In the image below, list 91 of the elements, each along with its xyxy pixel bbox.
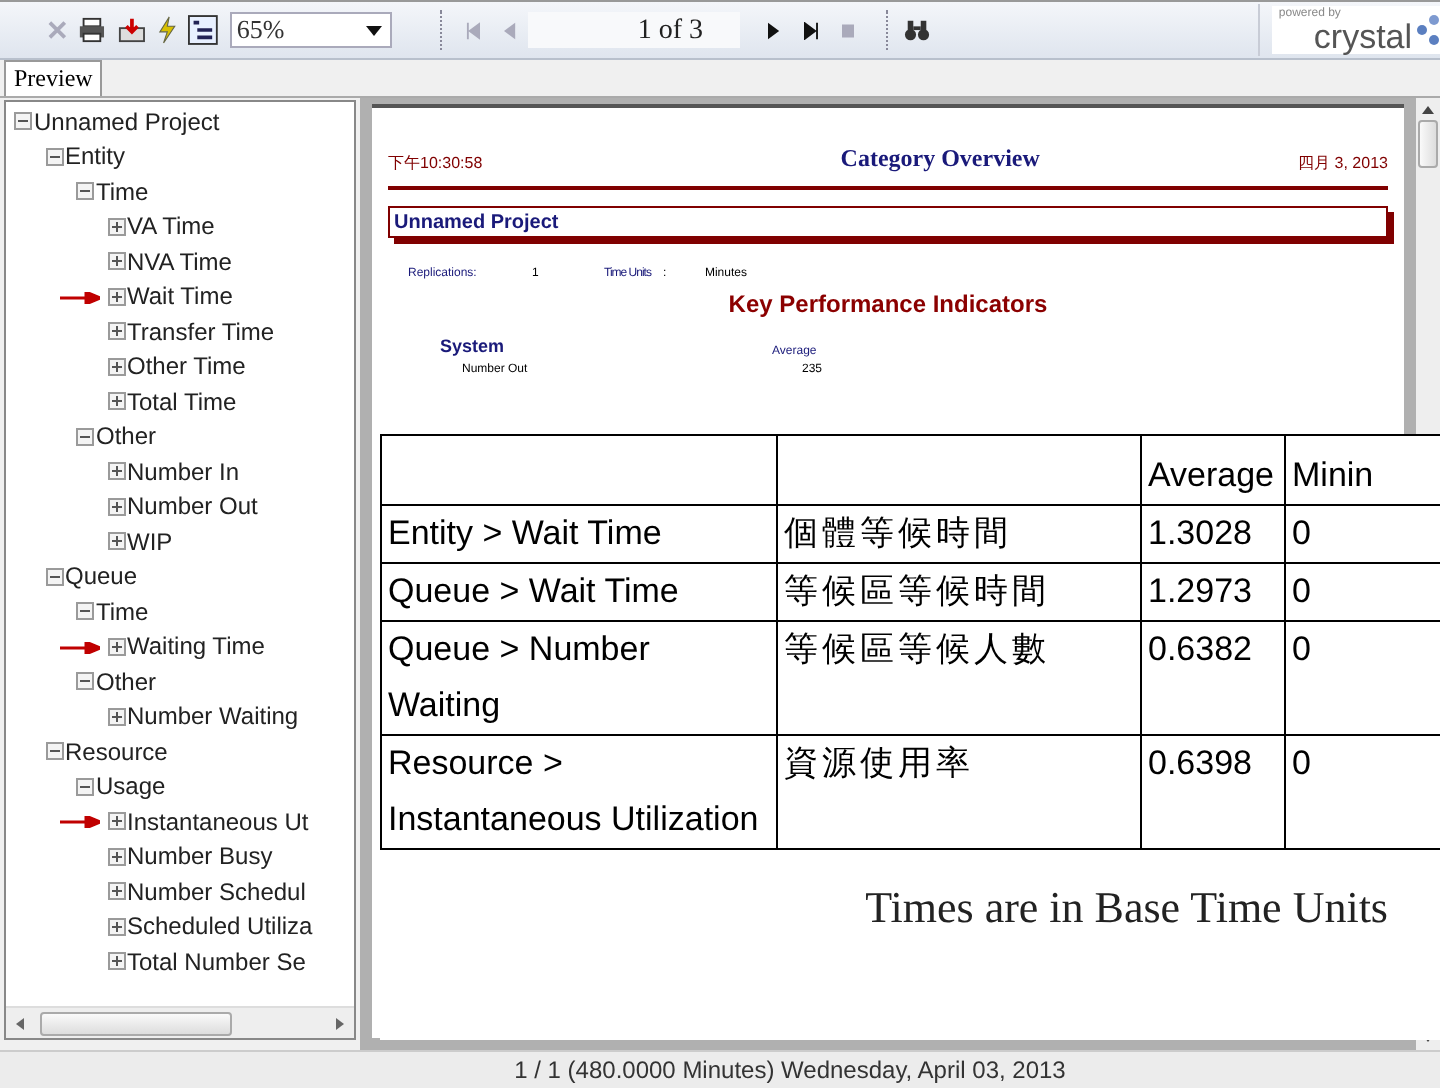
expand-icon[interactable] bbox=[107, 287, 125, 306]
table-cell: 等候區等候人數 bbox=[777, 621, 1141, 735]
expand-icon[interactable] bbox=[107, 322, 125, 341]
table-cell: 0.6382 bbox=[1141, 621, 1285, 735]
tree-item[interactable]: Total Time bbox=[127, 383, 237, 420]
tree-item[interactable]: Other Time bbox=[127, 348, 246, 385]
tree-item[interactable]: Number Busy bbox=[127, 838, 273, 875]
tree-item[interactable]: Time bbox=[96, 593, 149, 630]
collapse-icon[interactable] bbox=[76, 427, 94, 446]
collapse-icon[interactable] bbox=[76, 182, 94, 201]
section-title: Key Performance Indicators bbox=[728, 288, 1048, 322]
last-page-icon[interactable] bbox=[803, 21, 818, 39]
project-title: Unnamed Project bbox=[394, 209, 559, 237]
report-date: 四月 3, 2013 bbox=[1298, 152, 1388, 176]
collapse-icon[interactable] bbox=[76, 777, 94, 796]
collapse-icon[interactable] bbox=[76, 602, 94, 621]
tree-item[interactable]: Usage bbox=[96, 768, 166, 805]
report-title: Category Overview bbox=[840, 142, 1040, 176]
table-cell: 資源使用率 bbox=[777, 735, 1141, 849]
horizontal-scrollbar[interactable] bbox=[6, 1006, 354, 1038]
tree-item[interactable]: Number Schedul bbox=[127, 873, 306, 910]
table-cell: Queue > Number Waiting bbox=[381, 621, 777, 735]
tree-item[interactable]: NVA Time bbox=[127, 243, 232, 280]
table-cell: 1.2973 bbox=[1141, 563, 1285, 621]
tree-item[interactable]: Wait Time bbox=[127, 278, 233, 315]
table-cell: Resource > Instantaneous Utilization bbox=[381, 735, 777, 849]
zoom-dropdown[interactable]: 65% bbox=[230, 12, 392, 48]
collapse-icon[interactable] bbox=[45, 567, 63, 586]
tree-item[interactable]: Total Number Se bbox=[127, 943, 306, 980]
column-header: Average bbox=[1141, 435, 1285, 505]
tree-item[interactable]: Waiting Time bbox=[127, 628, 265, 665]
table-cell: 0.6398 bbox=[1141, 735, 1285, 849]
caret-icon bbox=[365, 25, 382, 35]
scroll-up-icon[interactable] bbox=[1422, 106, 1434, 114]
table-cell: 個體等候時間 bbox=[777, 505, 1141, 563]
binoculars-icon[interactable] bbox=[904, 19, 931, 41]
expand-icon[interactable] bbox=[107, 952, 125, 971]
scroll-thumb[interactable] bbox=[1418, 120, 1438, 168]
tree-item[interactable]: Unnamed Project bbox=[34, 103, 220, 140]
tree-item[interactable]: Scheduled Utiliza bbox=[127, 908, 313, 945]
tree-item[interactable]: Time bbox=[96, 173, 149, 210]
status-text: 1 / 1 (480.0000 Minutes) Wednesday, April 03, 2013 bbox=[514, 1054, 1066, 1088]
tree-item[interactable]: Number In bbox=[127, 453, 240, 490]
tree-item[interactable]: Number Waiting bbox=[127, 698, 299, 735]
group-title: System bbox=[440, 334, 507, 360]
brand-name: crystal bbox=[1313, 19, 1413, 53]
tree-item[interactable]: Entity bbox=[65, 138, 126, 175]
export-icon[interactable] bbox=[118, 16, 147, 44]
expand-icon[interactable] bbox=[107, 707, 125, 726]
expand-icon[interactable] bbox=[107, 217, 125, 236]
table-note: Times are in Base Time Units bbox=[865, 880, 1388, 936]
table-cell: Entity > Wait Time bbox=[381, 505, 777, 563]
tree-toggle-icon[interactable] bbox=[188, 14, 219, 46]
expand-icon[interactable] bbox=[107, 532, 125, 551]
tree-item[interactable]: Other bbox=[96, 663, 157, 700]
expand-icon[interactable] bbox=[107, 357, 125, 376]
expand-icon[interactable] bbox=[107, 392, 125, 411]
tree-item[interactable]: Instantaneous Ut bbox=[127, 803, 309, 840]
expand-icon[interactable] bbox=[107, 847, 125, 866]
lightning-icon[interactable] bbox=[158, 16, 177, 44]
collapse-icon[interactable] bbox=[45, 742, 63, 761]
table-cell: Queue > Wait Time bbox=[381, 563, 777, 621]
expand-icon[interactable] bbox=[107, 637, 125, 656]
tree-item[interactable]: Number Out bbox=[127, 488, 258, 525]
printer-icon[interactable] bbox=[78, 16, 107, 44]
expand-icon[interactable] bbox=[107, 882, 125, 901]
expand-icon[interactable] bbox=[107, 497, 125, 516]
tree-item[interactable]: Queue bbox=[65, 558, 138, 595]
expand-icon[interactable] bbox=[107, 462, 125, 481]
expand-icon[interactable] bbox=[107, 252, 125, 271]
expand-icon[interactable] bbox=[107, 812, 125, 831]
table-cell: 1.3028 bbox=[1141, 505, 1285, 563]
expand-icon[interactable] bbox=[107, 917, 125, 936]
report-time: 下午10:30:58 bbox=[388, 152, 483, 176]
page-number-field[interactable]: 1 of 3 bbox=[527, 12, 740, 48]
collapse-icon[interactable] bbox=[45, 147, 63, 166]
tree-item[interactable]: Transfer Time bbox=[127, 313, 275, 350]
tree-item[interactable]: VA Time bbox=[127, 208, 215, 245]
next-page-icon[interactable] bbox=[767, 21, 780, 39]
scroll-left-icon[interactable] bbox=[16, 1017, 24, 1029]
tree-item[interactable]: WIP bbox=[127, 523, 173, 560]
tree-item[interactable]: Other bbox=[96, 418, 157, 455]
tree-item[interactable]: Resource bbox=[65, 733, 168, 770]
column-header: Minin bbox=[1285, 435, 1440, 505]
dots-icon bbox=[1416, 12, 1440, 48]
preview-tab[interactable]: Preview bbox=[4, 60, 103, 96]
scroll-right-icon[interactable] bbox=[336, 1017, 344, 1029]
scroll-thumb[interactable] bbox=[40, 1011, 232, 1035]
collapse-icon[interactable] bbox=[14, 112, 32, 131]
collapse-icon[interactable] bbox=[76, 672, 94, 691]
table-cell: 等候區等候時間 bbox=[777, 563, 1141, 621]
